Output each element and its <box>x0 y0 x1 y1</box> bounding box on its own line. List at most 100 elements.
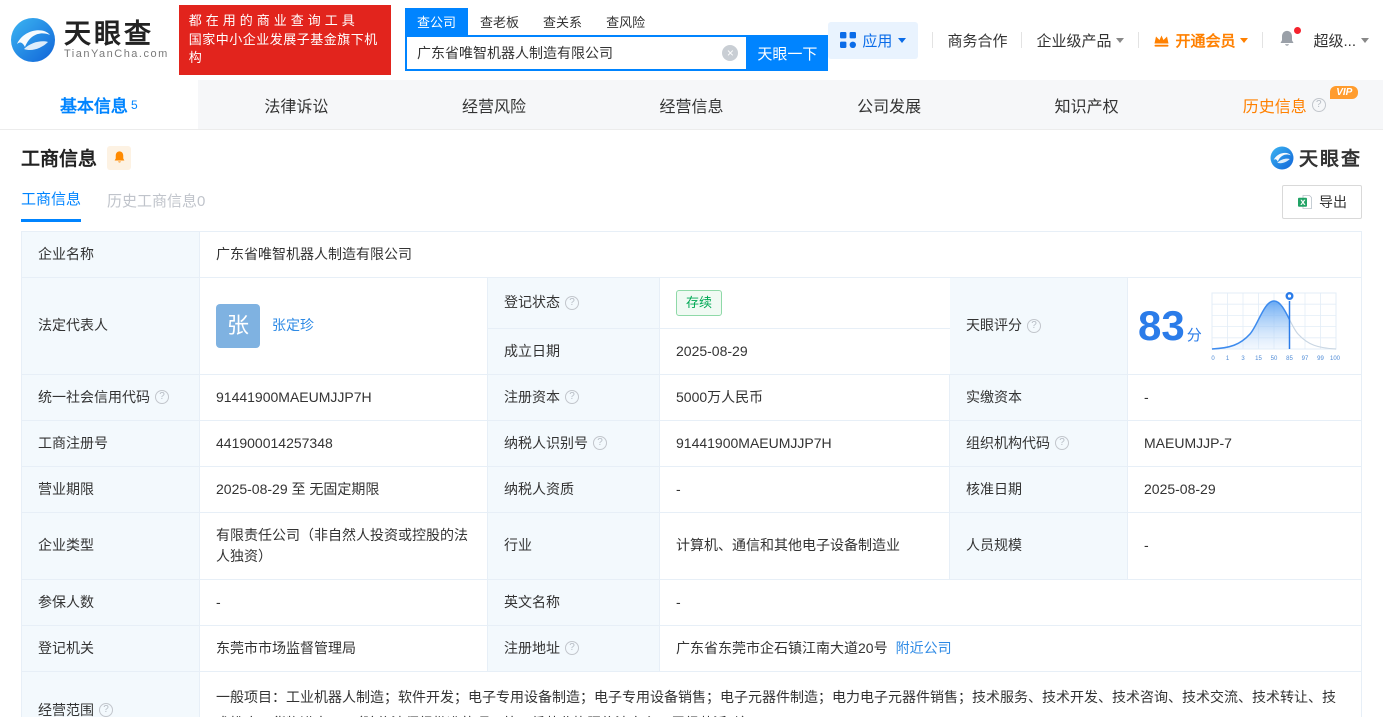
legal-rep-avatar[interactable]: 张 <box>216 303 260 348</box>
taxpayer-id-value: 91441900MAEUMJJP7H <box>660 420 950 466</box>
search-box: 天眼一下 <box>405 35 829 71</box>
field-label: 注册地址 <box>488 625 660 671</box>
svg-text:3: 3 <box>1241 356 1245 362</box>
help-icon[interactable] <box>565 295 579 310</box>
search-button[interactable]: 天眼一下 <box>746 35 829 71</box>
business-term-value: 2025-08-29 至 无固定期限 <box>200 466 488 512</box>
help-icon[interactable] <box>155 390 169 404</box>
field-label: 成立日期 <box>488 328 660 374</box>
nearby-companies-link[interactable]: 附近公司 <box>896 638 952 659</box>
tab-operational-risk[interactable]: 经营风险 <box>395 80 593 129</box>
insured-value: - <box>200 579 488 625</box>
legal-rep-link[interactable]: 张定珍 <box>272 315 314 336</box>
field-label: 参保人数 <box>22 579 200 625</box>
tab-business-info[interactable]: 经营信息 <box>593 80 791 129</box>
org-code-value: MAEUMJJP-7 <box>1128 420 1361 466</box>
taxpayer-quality-value: - <box>660 466 950 512</box>
business-info-table: 企业名称 广东省唯智机器人制造有限公司 法定代表人 张 张定珍 登记状态 存续 <box>21 231 1362 717</box>
help-icon[interactable] <box>593 436 607 450</box>
svg-text:15: 15 <box>1255 356 1262 362</box>
search-area: 查公司 查老板 查关系 查风险 天眼一下 <box>405 8 829 71</box>
tab-basic-info-label: 基本信息 <box>59 97 128 116</box>
help-icon[interactable] <box>99 703 113 717</box>
field-label: 核准日期 <box>950 466 1128 512</box>
svg-text:0: 0 <box>1211 356 1215 362</box>
search-input[interactable] <box>407 37 747 69</box>
field-label: 组织机构代码 <box>950 420 1128 466</box>
search-tab-risk[interactable]: 查风险 <box>594 8 657 35</box>
page: 天眼查 TianYanCha.com 都在用的商业查询工具 国家中小企业发展子基… <box>0 0 1383 717</box>
table-row: 登记机关 东莞市市场监督管理局 注册地址 广东省东莞市企石镇江南大道20号 附近… <box>22 625 1361 672</box>
search-tabs: 查公司 查老板 查关系 查风险 <box>405 8 828 35</box>
score-value: 83 分 <box>1138 301 1202 349</box>
tab-history-info[interactable]: VIP 历史信息 <box>1185 80 1383 129</box>
svg-text:85: 85 <box>1286 356 1293 362</box>
field-label: 工商注册号 <box>22 420 200 466</box>
field-label: 注册资本 <box>488 374 660 420</box>
help-icon[interactable] <box>1311 97 1326 112</box>
field-label: 实缴资本 <box>950 374 1128 420</box>
field-label: 登记机关 <box>22 625 200 671</box>
tab-intellectual-property[interactable]: 知识产权 <box>988 80 1186 129</box>
vip-badge: VIP <box>1330 86 1359 99</box>
help-icon[interactable] <box>1027 318 1041 333</box>
english-name-value: - <box>660 579 1361 625</box>
notification-bell-icon[interactable] <box>1277 27 1302 51</box>
tab-basic-info[interactable]: 基本信息 5 <box>0 80 198 129</box>
search-tab-relation[interactable]: 查关系 <box>531 8 594 35</box>
excel-icon <box>1298 195 1312 209</box>
table-row: 经营范围 一般项目：工业机器人制造；软件开发；电子专用设备制造；电子专用设备销售… <box>22 671 1361 717</box>
menu-enterprise-products[interactable]: 企业级产品 <box>1036 30 1125 51</box>
grid-icon <box>840 32 857 48</box>
address-value: 广东省东莞市企石镇江南大道20号 <box>676 639 888 656</box>
apps-menu-button[interactable]: 应用 <box>828 21 919 59</box>
field-label: 统一社会信用代码 <box>22 374 200 420</box>
table-row: 企业名称 广东省唯智机器人制造有限公司 <box>22 232 1361 278</box>
tianyancha-watermark-icon <box>1270 146 1294 169</box>
field-label: 人员规模 <box>950 512 1128 579</box>
help-icon[interactable] <box>565 390 579 404</box>
chevron-down-icon <box>1240 37 1249 43</box>
tab-legal-proceedings[interactable]: 法律诉讼 <box>198 80 396 129</box>
tianyancha-logo[interactable]: 天眼查 TianYanCha.com <box>10 17 169 63</box>
help-icon[interactable] <box>565 641 579 655</box>
mid-column: 登记状态 存续 成立日期 2025-08-29 <box>488 278 950 374</box>
clear-icon[interactable] <box>722 45 739 61</box>
monitor-bell-icon[interactable] <box>107 145 132 170</box>
section-header: 工商信息 天眼查 <box>0 130 1383 175</box>
credit-code-value: 91441900MAEUMJJP7H <box>200 374 488 420</box>
tianyan-score-cell[interactable]: 83 分 0 1 3 15 50 85 97 99 100 <box>1128 278 1361 374</box>
top-header: 天眼查 TianYanCha.com 都在用的商业查询工具 国家中小企业发展子基… <box>0 0 1383 80</box>
field-label: 企业类型 <box>22 512 200 579</box>
field-label: 纳税人资质 <box>488 466 660 512</box>
menu-vip-label: 开通会员 <box>1175 32 1236 50</box>
user-menu[interactable]: 超级... <box>1313 30 1369 51</box>
menu-vip[interactable]: 开通会员 <box>1153 30 1249 51</box>
user-menu-label: 超级... <box>1313 32 1356 50</box>
table-row: 工商注册号 441900014257348 纳税人识别号 91441900MAE… <box>22 420 1361 467</box>
tianyancha-logo-icon <box>11 18 55 62</box>
score-number: 83 <box>1138 301 1185 349</box>
help-icon[interactable] <box>1055 436 1069 450</box>
tab-company-development[interactable]: 公司发展 <box>790 80 988 129</box>
export-button[interactable]: 导出 <box>1282 185 1362 219</box>
table-row: 统一社会信用代码 91441900MAEUMJJP7H 注册资本 5000万人民… <box>22 374 1361 421</box>
field-label: 法定代表人 <box>22 278 200 374</box>
table-row: 法定代表人 张 张定珍 登记状态 存续 成立日期 2025-08-29 <box>22 278 1361 375</box>
table-subrow: 登记状态 存续 <box>488 278 950 329</box>
divider <box>1138 32 1140 48</box>
field-label: 营业期限 <box>22 466 200 512</box>
reg-status-cell: 存续 <box>660 278 950 328</box>
divider <box>1262 32 1264 48</box>
subtab-business-info[interactable]: 工商信息 <box>21 188 82 222</box>
menu-cooperation[interactable]: 商务合作 <box>947 30 1007 51</box>
brand-watermark-text: 天眼查 <box>1298 149 1362 170</box>
establish-date-value: 2025-08-29 <box>660 328 950 374</box>
search-tab-company[interactable]: 查公司 <box>405 8 469 35</box>
search-tab-boss[interactable]: 查老板 <box>468 8 531 35</box>
subtab-history-business-info[interactable]: 历史工商信息0 <box>107 190 205 221</box>
promo-line2: 国家中小企业发展子基金旗下机构 <box>188 31 378 66</box>
score-unit: 分 <box>1186 326 1202 344</box>
logo-domain: TianYanCha.com <box>64 48 169 61</box>
menu-enterprise-products-label: 企业级产品 <box>1036 32 1112 50</box>
